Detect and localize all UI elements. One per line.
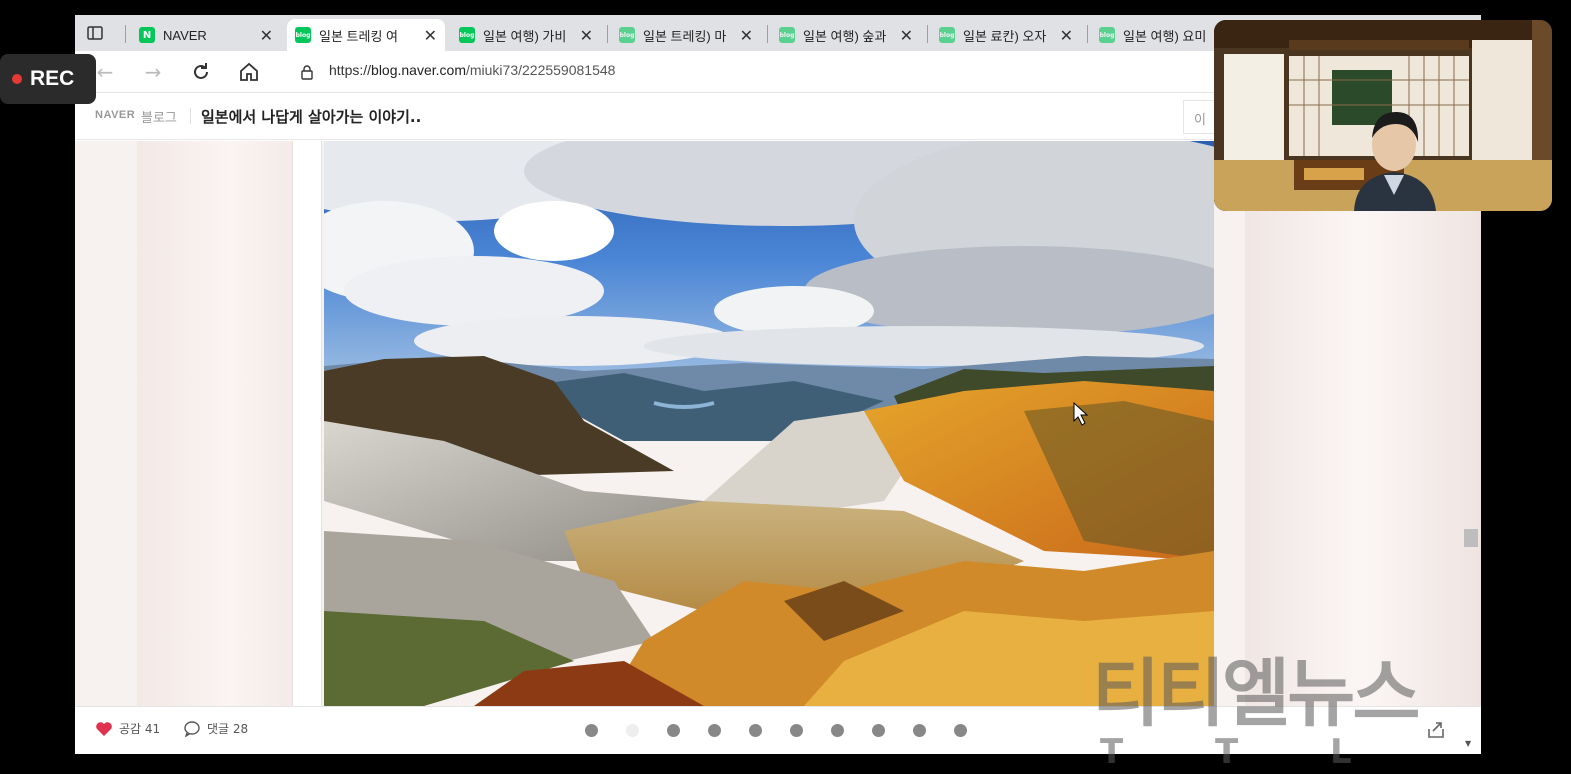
slide-indicator	[585, 724, 967, 737]
home-icon[interactable]	[237, 60, 261, 84]
tab-blog[interactable]: blog 일본 료칸) 오자 ✕	[931, 19, 1081, 51]
search-placeholder: 이	[1194, 113, 1206, 128]
ttl-news-watermark: 티티엘뉴스 T T L	[1092, 634, 1472, 774]
slide-dot[interactable]	[790, 724, 803, 737]
tab-title: 일본 트레킹 여	[319, 28, 398, 44]
lock-icon[interactable]	[300, 64, 314, 80]
tab-title: 일본 트레킹) 마	[643, 28, 727, 44]
naver-favicon-icon: N	[139, 27, 155, 43]
like-label: 공감	[119, 722, 142, 736]
close-icon[interactable]: ✕	[260, 26, 273, 45]
close-icon[interactable]: ✕	[740, 26, 753, 45]
slide-dot[interactable]	[872, 724, 885, 737]
blog-favicon-icon: blog	[459, 27, 475, 43]
url-scheme: https://	[329, 62, 372, 78]
watermark-sub: T T L	[1100, 732, 1392, 772]
comment-icon	[184, 720, 200, 737]
slide-dot[interactable]	[667, 724, 680, 737]
slide-dot[interactable]	[831, 724, 844, 737]
close-icon[interactable]: ✕	[580, 26, 593, 45]
recording-indicator: REC	[0, 54, 96, 104]
tab-actions-icon[interactable]	[85, 23, 105, 43]
like-count: 41	[144, 721, 161, 736]
webcam-overlay	[1214, 20, 1552, 211]
tab-blog[interactable]: blog 일본 여행) 가비 ✕	[451, 19, 601, 51]
slide-dot[interactable]	[913, 724, 926, 737]
close-icon[interactable]: ✕	[1060, 26, 1073, 45]
close-icon[interactable]: ✕	[900, 26, 913, 45]
tab-blog[interactable]: blog 일본 여행) 숲과 ✕	[771, 19, 921, 51]
heart-icon	[96, 721, 112, 736]
screen-recording: N NAVER ✕ blog 일본 트레킹 여 ✕ blog 일본 여행) 가비…	[0, 0, 1571, 774]
record-dot-icon	[12, 74, 22, 84]
slide-dot[interactable]	[954, 724, 967, 737]
slide-dot[interactable]	[708, 724, 721, 737]
blog-favicon-icon: blog	[295, 27, 311, 43]
blog-favicon-icon: blog	[779, 27, 795, 43]
tab-title: 일본 여행) 요미	[1123, 28, 1207, 44]
url-path: /miuki73/222559081548	[465, 62, 616, 78]
volcanic-crater-photo[interactable]	[324, 141, 1214, 706]
comment-label: 댓글	[207, 722, 230, 736]
tab-title: 일본 여행) 숲과	[803, 28, 887, 44]
forward-icon[interactable]: →	[141, 60, 165, 84]
slide-dot[interactable]	[749, 724, 762, 737]
slide-dot[interactable]	[585, 724, 598, 737]
blog-favicon-icon: blog	[939, 27, 955, 43]
tab-naver[interactable]: N NAVER ✕	[131, 19, 281, 51]
back-icon[interactable]: ←	[93, 60, 117, 84]
close-icon[interactable]: ✕	[424, 26, 437, 45]
url-field[interactable]: https://blog.naver.com/miuki73/222559081…	[329, 62, 615, 78]
refresh-icon[interactable]	[189, 60, 213, 84]
blog-title[interactable]: 일본에서 나답게 살아가는 이야기..	[201, 106, 421, 127]
tab-title: NAVER	[163, 27, 207, 43]
scrollbar-thumb[interactable]	[1464, 529, 1478, 547]
post-content	[75, 141, 1481, 706]
recording-label: REC	[30, 67, 75, 90]
blog-section-label[interactable]: 블로그	[141, 107, 177, 126]
like-button[interactable]: 공감 41	[95, 720, 160, 737]
right-background	[1245, 141, 1481, 706]
slide-dot[interactable]	[626, 724, 639, 737]
tab-title: 일본 료칸) 오자	[963, 28, 1047, 44]
comment-button[interactable]: 댓글 28	[183, 720, 248, 737]
comment-count: 28	[232, 721, 249, 736]
watermark-text: 티티엘뉴스	[1092, 651, 1420, 737]
url-host: blog.naver.com	[371, 62, 466, 78]
blog-favicon-icon: blog	[1099, 27, 1115, 43]
blog-favicon-icon: blog	[619, 27, 635, 43]
tab-blog[interactable]: blog 일본 트레킹) 마 ✕	[611, 19, 761, 51]
tab-title: 일본 여행) 가비	[483, 28, 567, 44]
left-background	[137, 141, 292, 706]
tab-blog-active[interactable]: blog 일본 트레킹 여 ✕	[287, 19, 445, 51]
left-margin	[292, 141, 322, 706]
naver-logo[interactable]: NAVER	[95, 109, 135, 121]
